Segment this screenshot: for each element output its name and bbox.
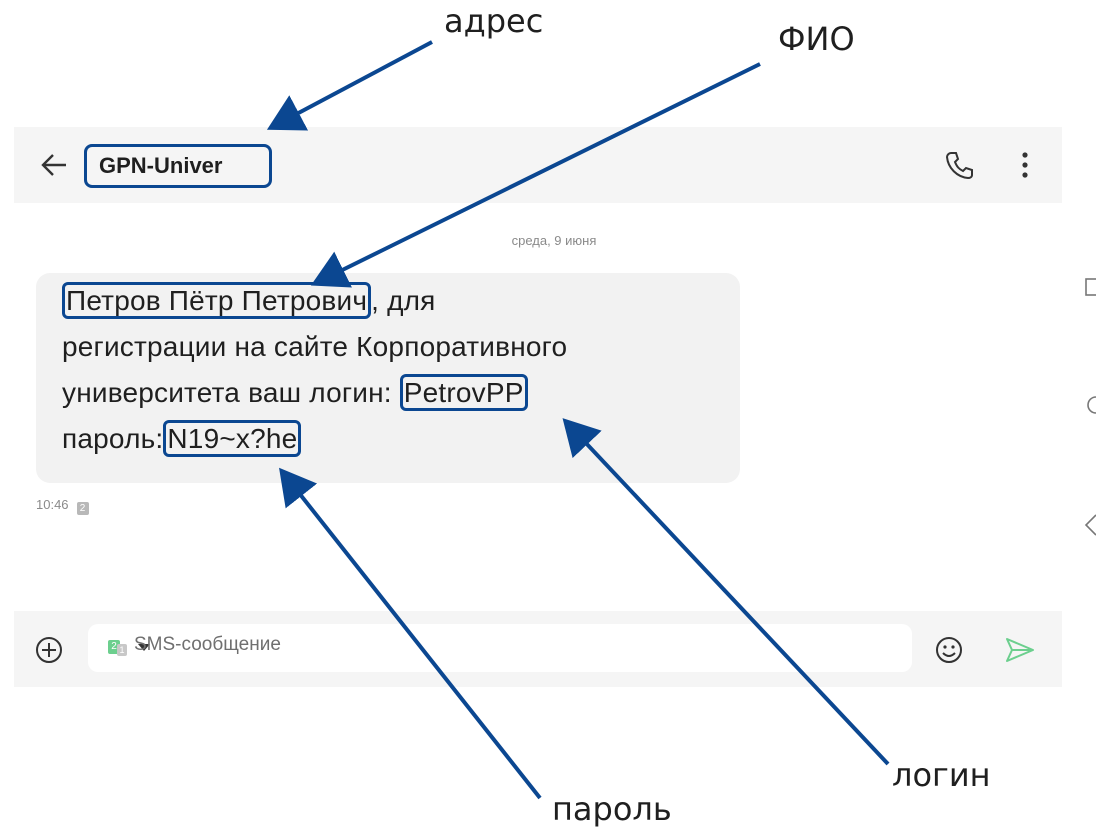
arrow-address bbox=[266, 40, 433, 131]
message-text: университета ваш логин: bbox=[62, 377, 400, 408]
add-circle-icon[interactable] bbox=[34, 635, 64, 665]
annotation-password: пароль bbox=[552, 790, 672, 828]
message-line-1: Петров Пётр Петрович, для bbox=[62, 282, 436, 319]
highlight-password: N19~x?he bbox=[163, 420, 302, 457]
highlight-fio: Петров Пётр Петрович bbox=[62, 282, 372, 319]
sms-conversation-screen: GPN-Univer среда, 9 июня Петров Пётр Пет… bbox=[14, 127, 1062, 687]
annotation-login: логин bbox=[892, 756, 991, 794]
message-text: , для bbox=[371, 285, 436, 316]
conversation-header: GPN-Univer bbox=[14, 127, 1062, 203]
sim-1-badge: 1 bbox=[117, 644, 127, 656]
message-text: пароль: bbox=[62, 423, 164, 454]
more-vertical-icon[interactable] bbox=[1010, 147, 1040, 183]
annotation-fio: ФИО bbox=[778, 20, 855, 58]
message-line-3: университета ваш логин: PetrovPP bbox=[62, 374, 528, 411]
message-timestamp: 10:46 2 bbox=[36, 497, 89, 515]
annotation-address: адрес bbox=[444, 2, 544, 40]
compose-bar: 2 1 SMS-сообщение bbox=[14, 611, 1062, 687]
contact-name-label: GPN-Univer bbox=[99, 153, 223, 178]
system-navigation bbox=[1072, 265, 1096, 545]
message-list: среда, 9 июня Петров Пётр Петрович, для … bbox=[14, 203, 1062, 611]
circle-icon bbox=[1087, 396, 1096, 414]
sms-input[interactable]: 2 1 SMS-сообщение bbox=[88, 624, 912, 672]
sms-placeholder: SMS-сообщение bbox=[134, 634, 281, 655]
timestamp-text: 10:46 bbox=[36, 497, 69, 512]
square-icon bbox=[1085, 278, 1096, 296]
phone-icon[interactable] bbox=[944, 149, 976, 181]
date-separator: среда, 9 июня bbox=[511, 233, 597, 248]
back-arrow-icon[interactable] bbox=[36, 147, 72, 183]
message-line-4: пароль: N19~x?he bbox=[62, 420, 302, 457]
send-icon[interactable] bbox=[1004, 635, 1036, 665]
emoji-icon[interactable] bbox=[934, 635, 964, 665]
message-line-2: регистрации на сайте Корпоративного bbox=[62, 331, 568, 362]
contact-name[interactable]: GPN-Univer bbox=[84, 144, 272, 188]
chevron-left-icon bbox=[1084, 514, 1096, 536]
highlight-login: PetrovPP bbox=[399, 374, 528, 411]
message-bubble[interactable]: Петров Пётр Петрович, для регистрации на… bbox=[36, 273, 740, 483]
sim-indicator: 2 bbox=[76, 502, 89, 515]
